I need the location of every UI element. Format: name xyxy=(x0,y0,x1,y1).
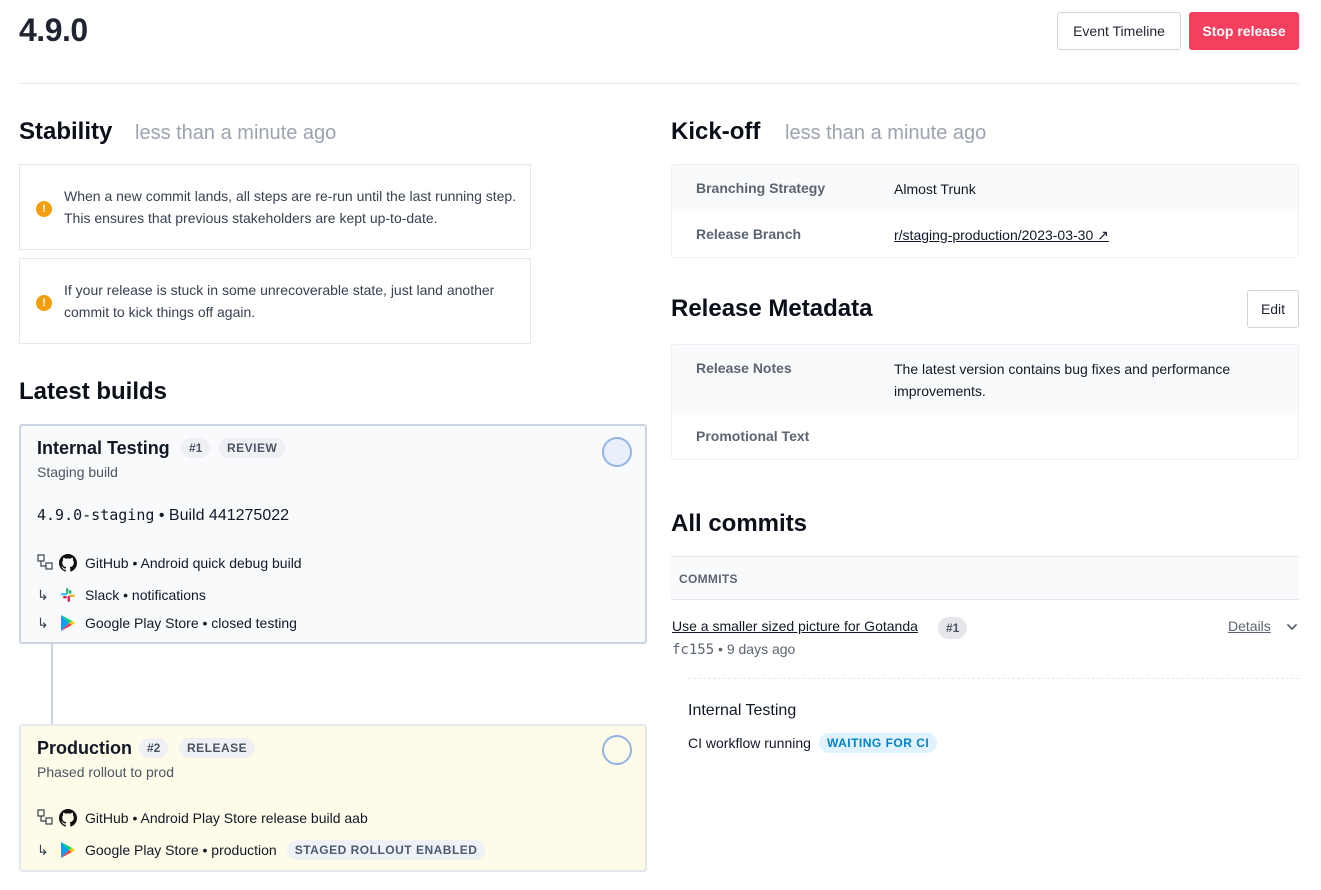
commit-stage-name: Internal Testing xyxy=(688,702,797,719)
build-subtitle: Staging build xyxy=(37,464,118,480)
commit-sha: fc155 xyxy=(672,642,715,658)
event-timeline-button[interactable]: Event Timeline xyxy=(1057,12,1181,50)
kickoff-key: Branching Strategy xyxy=(696,180,826,196)
github-icon xyxy=(59,809,77,827)
staged-rollout-badge: STAGED ROLLOUT ENABLED xyxy=(286,840,486,860)
kickoff-table: Branching Strategy Almost Trunk Release … xyxy=(671,164,1299,258)
build-card-internal-testing[interactable]: Internal Testing #1 REVIEW Staging build… xyxy=(19,424,647,644)
build-number-badge: #2 xyxy=(139,738,169,758)
chevron-down-icon[interactable] xyxy=(1285,620,1299,639)
commits-table-header: COMMITS xyxy=(671,556,1299,600)
ci-status-text: CI workflow running xyxy=(688,735,811,751)
edit-metadata-button[interactable]: Edit xyxy=(1247,290,1299,328)
commits-column-header: COMMITS xyxy=(679,572,738,586)
all-commits-heading: All commits xyxy=(671,510,808,537)
commit-number-badge: #1 xyxy=(938,617,968,639)
header-divider xyxy=(19,83,1299,84)
build-number-badge: #1 xyxy=(181,438,211,458)
build-title: Production xyxy=(37,738,132,758)
step-arrow-icon: ↳ xyxy=(37,841,49,858)
build-step: GitHub • Android quick debug build xyxy=(37,552,302,574)
build-card-production[interactable]: Production #2 RELEASE Phased rollout to … xyxy=(19,724,647,872)
build-tag-badge: REVIEW xyxy=(219,438,286,458)
build-status-circle xyxy=(602,735,632,765)
stop-release-button[interactable]: Stop release xyxy=(1189,12,1299,50)
slack-icon xyxy=(59,586,77,604)
build-title: Internal Testing xyxy=(37,438,170,458)
step-tree-icon xyxy=(37,808,59,828)
commit-stage-status: CI workflow running WAITING FOR CI xyxy=(688,732,938,754)
build-subtitle: Phased rollout to prod xyxy=(37,764,174,780)
build-step: GitHub • Android Play Store release buil… xyxy=(37,807,368,829)
step-tree-icon xyxy=(37,553,59,573)
google-play-icon xyxy=(59,841,77,859)
build-connector-line xyxy=(51,644,53,724)
warning-icon: ! xyxy=(36,295,52,311)
notice-text: When a new commit lands, all steps are r… xyxy=(64,188,517,226)
release-metadata-heading: Release Metadata xyxy=(671,295,873,322)
kickoff-value: Almost Trunk xyxy=(894,181,976,197)
google-play-icon xyxy=(59,614,77,632)
build-step: ↳ Google Play Store • production STAGED … xyxy=(37,839,486,861)
build-tag-badge: RELEASE xyxy=(179,738,256,758)
build-step: ↳ Google Play Store • closed testing xyxy=(37,614,297,632)
latest-builds-heading: Latest builds xyxy=(19,378,168,405)
metadata-row: Release Notes The latest version contain… xyxy=(672,345,1298,413)
metadata-key: Promotional Text xyxy=(696,428,810,444)
build-step: ↳ Slack • notifications xyxy=(37,586,206,604)
stability-heading: Stability xyxy=(19,118,113,145)
stability-time: less than a minute ago xyxy=(135,122,337,144)
github-icon xyxy=(59,554,77,572)
metadata-table: Release Notes The latest version contain… xyxy=(671,344,1299,460)
kickoff-row: Branching Strategy Almost Trunk xyxy=(672,165,1298,211)
stability-notice: ! When a new commit lands, all steps are… xyxy=(19,164,531,250)
stability-notice: ! If your release is stuck in some unrec… xyxy=(19,258,531,344)
kickoff-row: Release Branch r/staging-production/2023… xyxy=(672,211,1298,257)
commit-meta: fc155 • 9 days ago xyxy=(672,641,795,658)
kickoff-key: Release Branch xyxy=(696,226,802,242)
warning-icon: ! xyxy=(36,201,52,217)
metadata-row: Promotional Text xyxy=(672,413,1298,459)
release-branch-link[interactable]: r/staging-production/2023-03-30 ↗ xyxy=(894,224,1284,246)
metadata-value: The latest version contains bug fixes an… xyxy=(894,361,1231,399)
build-version: 4.9.0-staging • Build 441275022 xyxy=(37,506,290,524)
commit-details-link[interactable]: Details xyxy=(1228,618,1271,634)
release-version-title: 4.9.0 xyxy=(19,12,88,48)
waiting-for-ci-badge: WAITING FOR CI xyxy=(818,733,938,753)
commit-divider xyxy=(688,678,1299,679)
commit-age: • 9 days ago xyxy=(718,641,796,657)
step-arrow-icon: ↳ xyxy=(37,586,49,603)
notice-text: If your release is stuck in some unrecov… xyxy=(64,282,495,320)
step-arrow-icon: ↳ xyxy=(37,614,49,631)
kickoff-time: less than a minute ago xyxy=(785,122,987,144)
metadata-key: Release Notes xyxy=(696,360,792,376)
commit-title-link[interactable]: Use a smaller sized picture for Gotanda xyxy=(672,618,918,634)
kickoff-heading: Kick-off xyxy=(671,118,761,145)
build-status-circle xyxy=(602,437,632,467)
